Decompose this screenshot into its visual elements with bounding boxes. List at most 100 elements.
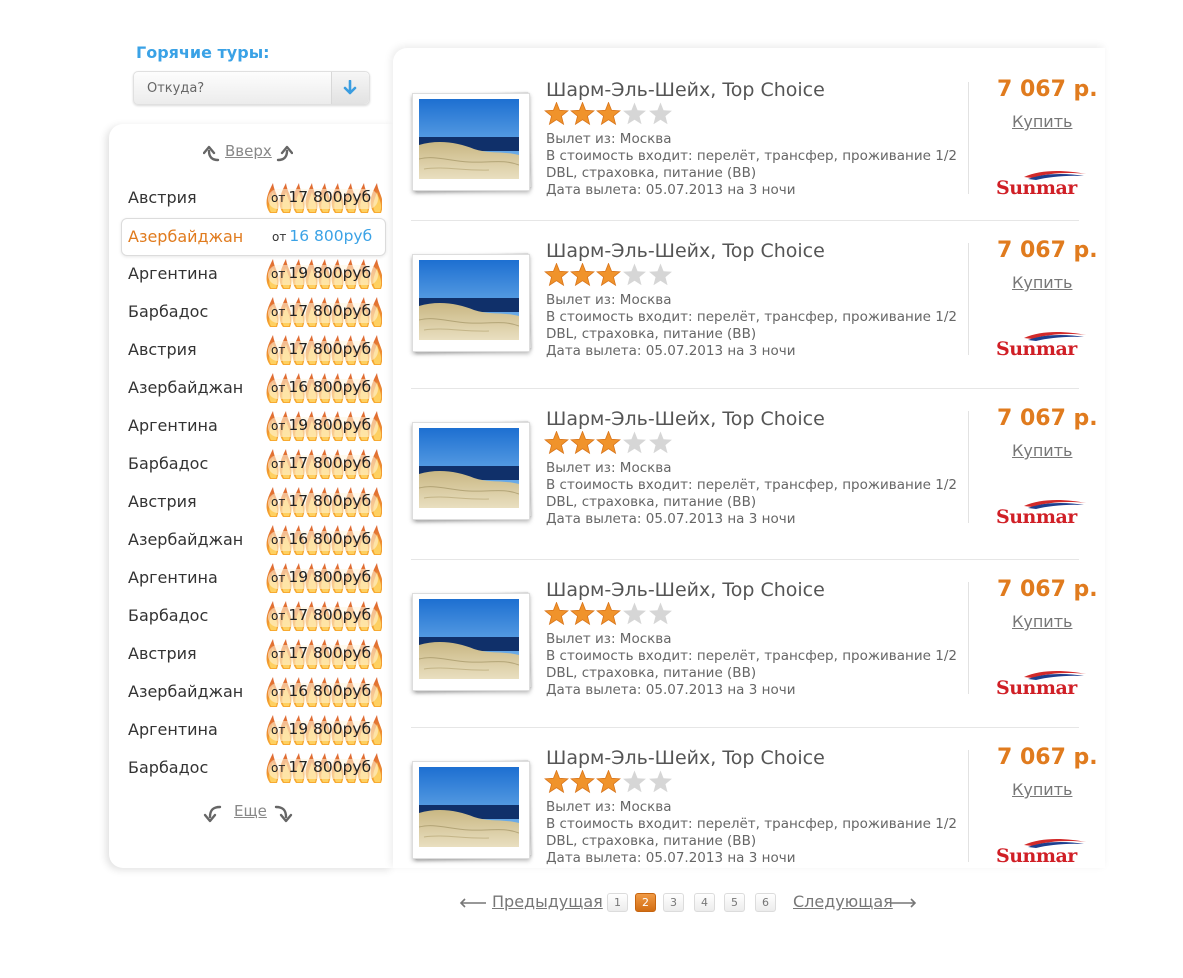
page-number[interactable]: 1 [607,893,628,912]
pagination: Предыдущая 123456 Следующая [0,889,1183,917]
tour-includes: В стоимость входит: перелёт, трансфер, п… [546,148,957,164]
country-name: Аргентина [128,416,218,435]
country-name: Азербайджан [128,227,244,246]
page-number[interactable]: 5 [724,893,745,912]
country-row[interactable]: Аргентина от 19 800руб [119,407,389,445]
tour-departure: Вылет из: Москва [546,799,672,815]
country-row[interactable]: Барбадос от 17 800руб [119,293,389,331]
tour-photo[interactable] [410,420,534,522]
price-prefix: от [271,381,286,395]
country-row[interactable]: Азербайджан от 16 800руб [119,521,389,559]
buy-link[interactable]: Купить [1012,273,1072,292]
price-prefix: от [271,267,286,281]
country-name: Аргентина [128,568,218,587]
tour-divider [411,220,1079,221]
price-value: 19 800руб [288,568,372,586]
tour-includes-cont: DBL, страховка, питание (BB) [546,833,757,849]
country-row[interactable]: Австрия от 17 800руб [119,635,389,673]
scroll-up-link[interactable]: Вверх [225,142,272,160]
country-row[interactable]: Азербайджан от 16 800руб [119,673,389,711]
country-row[interactable]: Аргентина от 19 800руб [119,559,389,597]
star-empty-icon [623,102,646,125]
country-row[interactable]: Барбадос от 17 800руб [119,445,389,483]
country-name: Азербайджан [128,530,244,549]
price-prefix: от [271,191,286,205]
country-price: от 17 800руб [271,302,371,320]
country-row[interactable]: Австрия от 17 800руб [119,179,389,217]
load-more-link[interactable]: Еще [234,802,267,820]
next-page-link[interactable]: Следующая [793,892,893,911]
country-name: Азербайджан [128,378,244,397]
svg-text:Sunmar: Sunmar [996,506,1078,527]
star-empty-icon [623,770,646,793]
tour-departure: Вылет из: Москва [546,292,672,308]
country-row-active[interactable]: Азербайджан от 16 800руб [121,218,411,256]
tour-photo[interactable] [410,252,534,354]
tour-departure: Вылет из: Москва [546,131,672,147]
tour-price: 7 067 р. [997,77,1098,102]
curved-arrow-down-left-icon [203,805,222,823]
curved-arrow-up-right-icon [276,145,293,162]
arrow-left-icon [459,898,486,908]
country-row[interactable]: Австрия от 17 800руб [119,331,389,369]
tour-title[interactable]: Шарм-Эль-Шейх, Top Choice [546,579,825,601]
tour-photo[interactable] [410,759,534,861]
price-prefix: от [272,230,287,244]
tour-departure: Вылет из: Москва [546,631,672,647]
departure-city-select[interactable]: Откуда? [133,71,370,105]
tour-photo[interactable] [410,591,534,693]
price-prefix: от [271,685,286,699]
buy-link[interactable]: Купить [1012,780,1072,799]
vertical-divider [968,82,969,194]
tour-divider [411,388,1079,389]
country-name: Барбадос [128,606,209,625]
buy-link[interactable]: Купить [1012,441,1072,460]
tour-title[interactable]: Шарм-Эль-Шейх, Top Choice [546,747,825,769]
tour-photo[interactable] [410,91,534,193]
star-empty-icon [623,602,646,625]
country-row[interactable]: Австрия от 17 800руб [119,483,389,521]
tour-card: Шарм-Эль-Шейх, Top Choice Вылет из: Москв… [393,744,1105,904]
tour-price: 7 067 р. [997,406,1098,431]
country-price: от 16 800руб [272,227,372,245]
country-row[interactable]: Барбадос от 17 800руб [119,597,389,635]
tour-departure-date: Дата вылета: 05.07.2013 на 3 ночи [546,682,796,698]
sunmar-logo: Sunmar [996,497,1088,531]
star-filled-icon [544,601,569,626]
star-filled-icon [596,769,621,794]
tour-title[interactable]: Шарм-Эль-Шейх, Top Choice [546,240,825,262]
dropdown-button[interactable] [331,72,369,104]
star-filled-icon [596,601,621,626]
buy-link[interactable]: Купить [1012,112,1072,131]
star-filled-icon [544,262,569,287]
curved-arrow-down-right-icon [274,805,293,823]
country-row[interactable]: Аргентина от 19 800руб [119,711,389,749]
page-number[interactable]: 6 [755,893,776,912]
country-name: Барбадос [128,758,209,777]
country-name: Австрия [128,188,197,207]
page-number[interactable]: 4 [694,893,715,912]
price-value: 17 800руб [288,340,372,358]
svg-text:Sunmar: Sunmar [996,677,1078,698]
country-name: Австрия [128,492,197,511]
hot-tours-title: Горячие туры: [136,43,270,62]
country-name: Барбадос [128,454,209,473]
tour-title[interactable]: Шарм-Эль-Шейх, Top Choice [546,79,825,101]
buy-link[interactable]: Купить [1012,612,1072,631]
tour-title[interactable]: Шарм-Эль-Шейх, Top Choice [546,408,825,430]
star-empty-icon [623,263,646,286]
prev-page-link[interactable]: Предыдущая [492,892,603,911]
price-prefix: от [271,761,286,775]
price-value: 19 800руб [288,720,372,738]
page-number-current[interactable]: 2 [635,893,656,912]
tour-departure-date: Дата вылета: 05.07.2013 на 3 ночи [546,850,796,866]
page-number[interactable]: 3 [663,893,684,912]
country-row[interactable]: Аргентина от 19 800руб [119,255,389,293]
country-row[interactable]: Азербайджан от 16 800руб [119,369,389,407]
country-price: от 17 800руб [271,492,371,510]
price-prefix: от [271,305,286,319]
star-rating [544,601,674,630]
price-value: 19 800руб [288,264,372,282]
country-price: от 16 800руб [271,378,371,396]
country-row[interactable]: Барбадос от 17 800руб [119,749,389,787]
